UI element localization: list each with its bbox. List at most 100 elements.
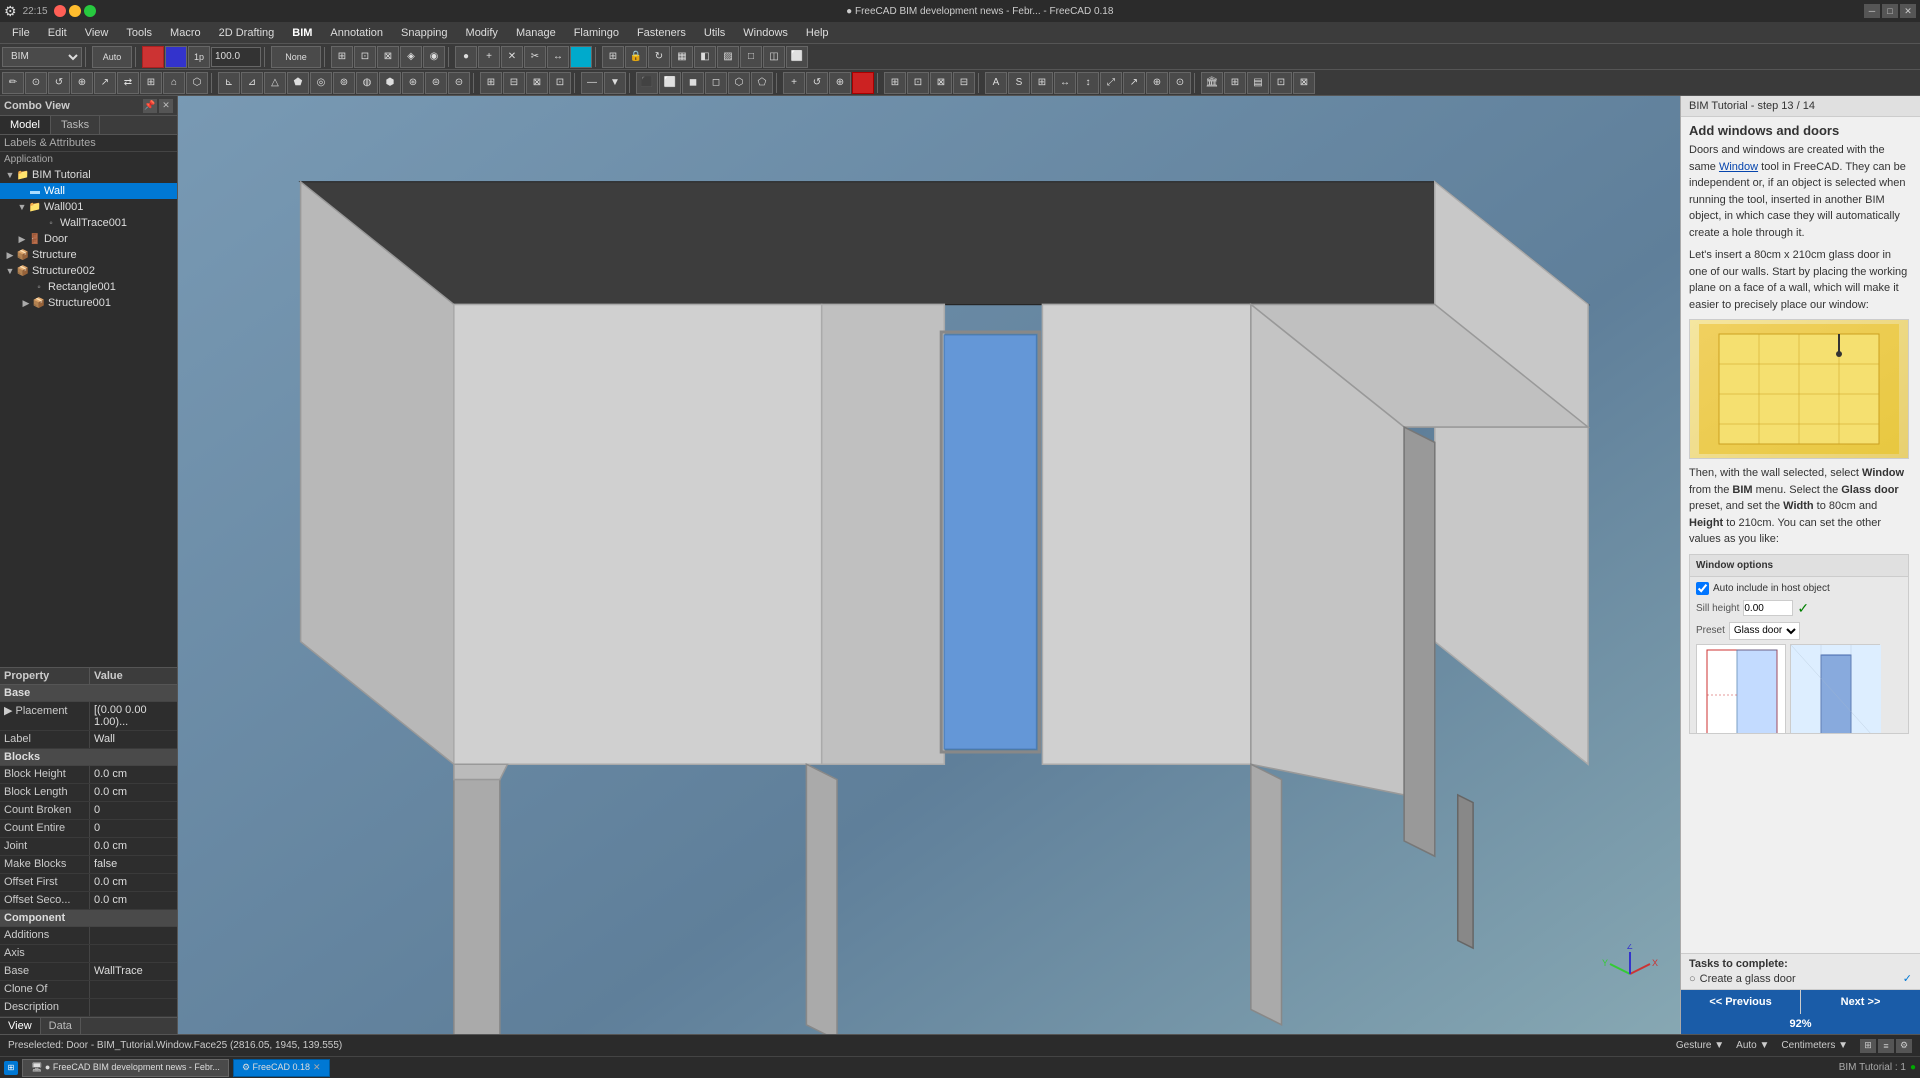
tb-misc-6[interactable]: ⬜	[786, 46, 808, 68]
menu-utils[interactable]: Utils	[696, 25, 733, 41]
tb2-14[interactable]: ◎	[310, 72, 332, 94]
tb-misc-4[interactable]: □	[740, 46, 762, 68]
tb2-51[interactable]: ⊞	[1224, 72, 1246, 94]
tb2-6[interactable]: ⇄	[117, 72, 139, 94]
menu-2d-drafting[interactable]: 2D Drafting	[211, 25, 283, 41]
tree-wall[interactable]: ▬ Wall	[0, 183, 177, 199]
traffic-yellow[interactable]	[69, 5, 81, 17]
viewport[interactable]: X Y Z	[178, 96, 1680, 1034]
prop-clone-of[interactable]: Clone Of	[0, 981, 177, 999]
tb2-33[interactable]: +	[783, 72, 805, 94]
tb2-36[interactable]	[852, 72, 874, 94]
tb2-46[interactable]: ⤢	[1100, 72, 1122, 94]
tb2-30[interactable]: ◻	[705, 72, 727, 94]
combo-pin[interactable]: 📌	[143, 99, 157, 113]
gesture-control[interactable]: Gesture ▼	[1676, 1040, 1724, 1051]
snap-1[interactable]: ⊞	[331, 46, 353, 68]
tb2-34[interactable]: ↺	[806, 72, 828, 94]
centimeters-control[interactable]: Centimeters ▼	[1781, 1040, 1848, 1051]
tb2-28[interactable]: ⬜	[659, 72, 681, 94]
tb2-52[interactable]: ▤	[1247, 72, 1269, 94]
tb-linewidth[interactable]: 1p	[188, 46, 210, 68]
tree-bim-tutorial[interactable]: ▼ 📁 BIM Tutorial	[0, 167, 177, 183]
tree-structure[interactable]: ▶ 📦 Structure	[0, 247, 177, 263]
none-btn[interactable]: None	[271, 46, 321, 68]
tb2-18[interactable]: ⊛	[402, 72, 424, 94]
tb2-42[interactable]: S	[1008, 72, 1030, 94]
tb2-12[interactable]: △	[264, 72, 286, 94]
tb-misc-5[interactable]: ◫	[763, 46, 785, 68]
tb-misc-3[interactable]: ▨	[717, 46, 739, 68]
tb-misc-2[interactable]: ◧	[694, 46, 716, 68]
tb-lock[interactable]: 🔒	[625, 46, 647, 68]
tab-view[interactable]: View	[0, 1018, 41, 1034]
tab-data[interactable]: Data	[41, 1018, 81, 1034]
view-grid-icon[interactable]: ⊞	[1860, 1039, 1876, 1053]
tb2-48[interactable]: ⊕	[1146, 72, 1168, 94]
menu-flamingo[interactable]: Flamingo	[566, 25, 627, 41]
tb2-19[interactable]: ⊜	[425, 72, 447, 94]
tb-color-2[interactable]	[165, 46, 187, 68]
menu-annotation[interactable]: Annotation	[322, 25, 391, 41]
prop-offset-second[interactable]: Offset Seco... 0.0 cm	[0, 892, 177, 910]
menu-modify[interactable]: Modify	[458, 25, 506, 41]
tb2-50[interactable]: 🏛	[1201, 72, 1223, 94]
tb2-15[interactable]: ⊚	[333, 72, 355, 94]
menu-help[interactable]: Help	[798, 25, 837, 41]
tb-rotate[interactable]: ↻	[648, 46, 670, 68]
tab-tasks[interactable]: Tasks	[51, 116, 100, 134]
tb2-39[interactable]: ⊠	[930, 72, 952, 94]
menu-edit[interactable]: Edit	[40, 25, 75, 41]
traffic-green[interactable]	[84, 5, 96, 17]
view-settings-icon[interactable]: ⚙	[1896, 1039, 1912, 1053]
tb-scissors[interactable]: ✂	[524, 46, 546, 68]
tb2-45[interactable]: ↕	[1077, 72, 1099, 94]
tb2-47[interactable]: ↗	[1123, 72, 1145, 94]
tb2-20[interactable]: ⊝	[448, 72, 470, 94]
snap-3[interactable]: ⊠	[377, 46, 399, 68]
prop-make-blocks[interactable]: Make Blocks false	[0, 856, 177, 874]
tb2-54[interactable]: ⊠	[1293, 72, 1315, 94]
prop-count-broken[interactable]: Count Broken 0	[0, 802, 177, 820]
minimize-button[interactable]: ─	[1864, 4, 1880, 18]
tb2-10[interactable]: ⊾	[218, 72, 240, 94]
prop-joint[interactable]: Joint 0.0 cm	[0, 838, 177, 856]
tree-rectangle001[interactable]: ◦ Rectangle001	[0, 279, 177, 295]
tb2-35[interactable]: ⊕	[829, 72, 851, 94]
tree-structure001[interactable]: ▶ 📦 Structure001	[0, 295, 177, 311]
tb2-40[interactable]: ⊟	[953, 72, 975, 94]
snap-4[interactable]: ◈	[400, 46, 422, 68]
tb-square[interactable]	[570, 46, 592, 68]
maximize-button[interactable]: □	[1882, 4, 1898, 18]
tb2-24[interactable]: ⊡	[549, 72, 571, 94]
tree-structure002[interactable]: ▼ 📦 Structure002	[0, 263, 177, 279]
view-list-icon[interactable]: ≡	[1878, 1039, 1894, 1053]
next-button[interactable]: Next >>	[1801, 990, 1920, 1014]
auto-control[interactable]: Auto ▼	[1736, 1040, 1769, 1051]
tb-x[interactable]: ✕	[501, 46, 523, 68]
prop-description[interactable]: Description	[0, 999, 177, 1017]
tb2-1[interactable]: ✏	[2, 72, 24, 94]
tree-door[interactable]: ▶ 🚪 Door	[0, 231, 177, 247]
menu-snapping[interactable]: Snapping	[393, 25, 456, 41]
prop-offset-first[interactable]: Offset First 0.0 cm	[0, 874, 177, 892]
taskbar-item-1[interactable]: 🖥 ● FreeCAD BIM development news - Febr.…	[22, 1059, 229, 1077]
snap-5[interactable]: ◉	[423, 46, 445, 68]
menu-tools[interactable]: Tools	[118, 25, 160, 41]
menu-view[interactable]: View	[77, 25, 117, 41]
menu-macro[interactable]: Macro	[162, 25, 209, 41]
tb2-49[interactable]: ⊙	[1169, 72, 1191, 94]
menu-manage[interactable]: Manage	[508, 25, 564, 41]
tree-wall001[interactable]: ▼ 📁 Wall001	[0, 199, 177, 215]
prop-block-length[interactable]: Block Length 0.0 cm	[0, 784, 177, 802]
tb2-27[interactable]: ⬛	[636, 72, 658, 94]
tb2-26[interactable]: ▼	[604, 72, 626, 94]
tb2-3[interactable]: ↺	[48, 72, 70, 94]
snap-2[interactable]: ⊡	[354, 46, 376, 68]
traffic-red[interactable]	[54, 5, 66, 17]
tb-plus[interactable]: +	[478, 46, 500, 68]
tb2-4[interactable]: ⊕	[71, 72, 93, 94]
tb2-44[interactable]: ↔	[1054, 72, 1076, 94]
tb2-7[interactable]: ⊞	[140, 72, 162, 94]
tb2-8[interactable]: ⌂	[163, 72, 185, 94]
